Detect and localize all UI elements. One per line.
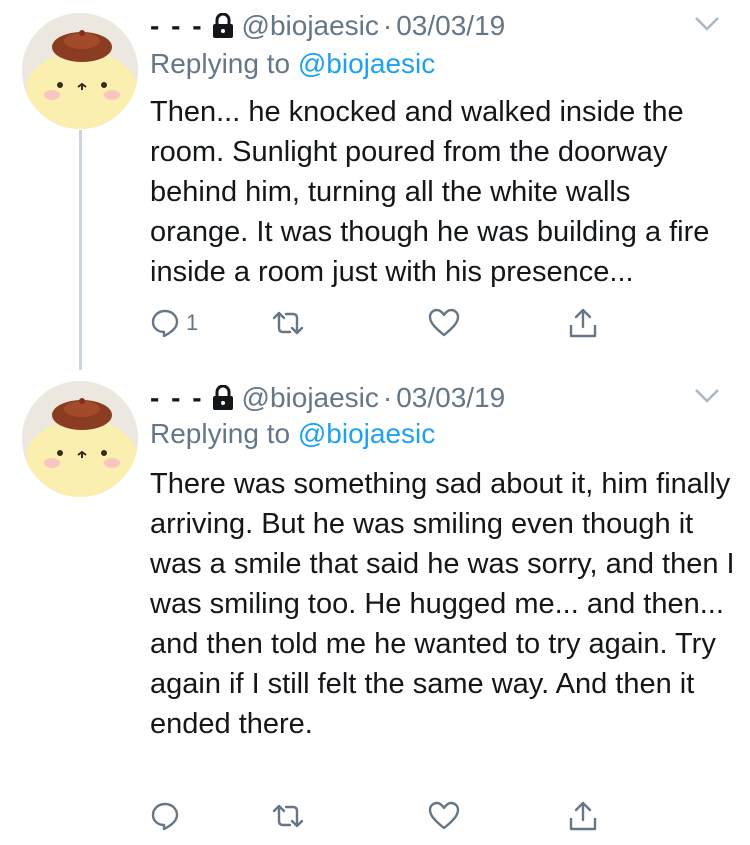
display-name[interactable]: - - -	[150, 10, 204, 42]
heart-icon	[428, 308, 460, 338]
tweet-actions	[150, 796, 610, 836]
replying-to: Replying to @biojaesic	[150, 48, 435, 80]
user-handle[interactable]: @biojaesic	[242, 10, 379, 42]
tweet-actions: 1	[150, 303, 610, 343]
reply-button[interactable]	[150, 796, 186, 836]
tweet-text: Then... he knocked and walked inside the…	[150, 96, 710, 288]
reply-count: 1	[186, 310, 199, 335]
like-button[interactable]	[428, 303, 460, 343]
retweet-button[interactable]	[270, 796, 306, 836]
avatar[interactable]	[22, 381, 138, 497]
replying-prefix: Replying to	[150, 48, 291, 79]
reply-icon	[150, 801, 180, 831]
tweet-text: There was something sad about it, him fi…	[150, 468, 735, 740]
tweet[interactable]: - - - @biojaesic · 03/03/19 Replying to …	[0, 0, 750, 372]
heart-icon	[428, 801, 460, 831]
reply-button[interactable]: 1	[150, 303, 198, 343]
replying-to: Replying to @biojaesic	[150, 418, 435, 450]
replying-mention-link[interactable]: @biojaesic	[298, 418, 435, 449]
separator-dot: ·	[382, 10, 393, 41]
lock-icon	[212, 385, 234, 411]
share-button[interactable]	[568, 303, 598, 343]
retweet-icon	[270, 801, 306, 831]
replying-mention-link[interactable]: @biojaesic	[298, 48, 435, 79]
avatar[interactable]	[22, 13, 138, 129]
tweet-date[interactable]: 03/03/19	[396, 10, 505, 42]
tweet-header: - - - @biojaesic · 03/03/19	[150, 8, 505, 44]
retweet-button[interactable]	[270, 303, 306, 343]
share-button[interactable]	[568, 796, 598, 836]
display-name[interactable]: - - -	[150, 382, 204, 414]
share-icon	[568, 800, 598, 832]
lock-icon	[212, 13, 234, 39]
user-handle[interactable]: @biojaesic	[242, 382, 379, 414]
retweet-icon	[270, 308, 306, 338]
share-icon	[568, 307, 598, 339]
tweet-date[interactable]: 03/03/19	[396, 382, 505, 414]
chevron-down-icon[interactable]	[694, 386, 720, 406]
tweet-header: - - - @biojaesic · 03/03/19	[150, 380, 505, 416]
separator-dot: ·	[382, 382, 393, 413]
reply-icon	[150, 308, 180, 338]
like-button[interactable]	[428, 796, 460, 836]
tweet[interactable]: - - - @biojaesic · 03/03/19 Replying to …	[0, 372, 750, 845]
chevron-down-icon[interactable]	[694, 14, 720, 34]
replying-prefix: Replying to	[150, 418, 291, 449]
